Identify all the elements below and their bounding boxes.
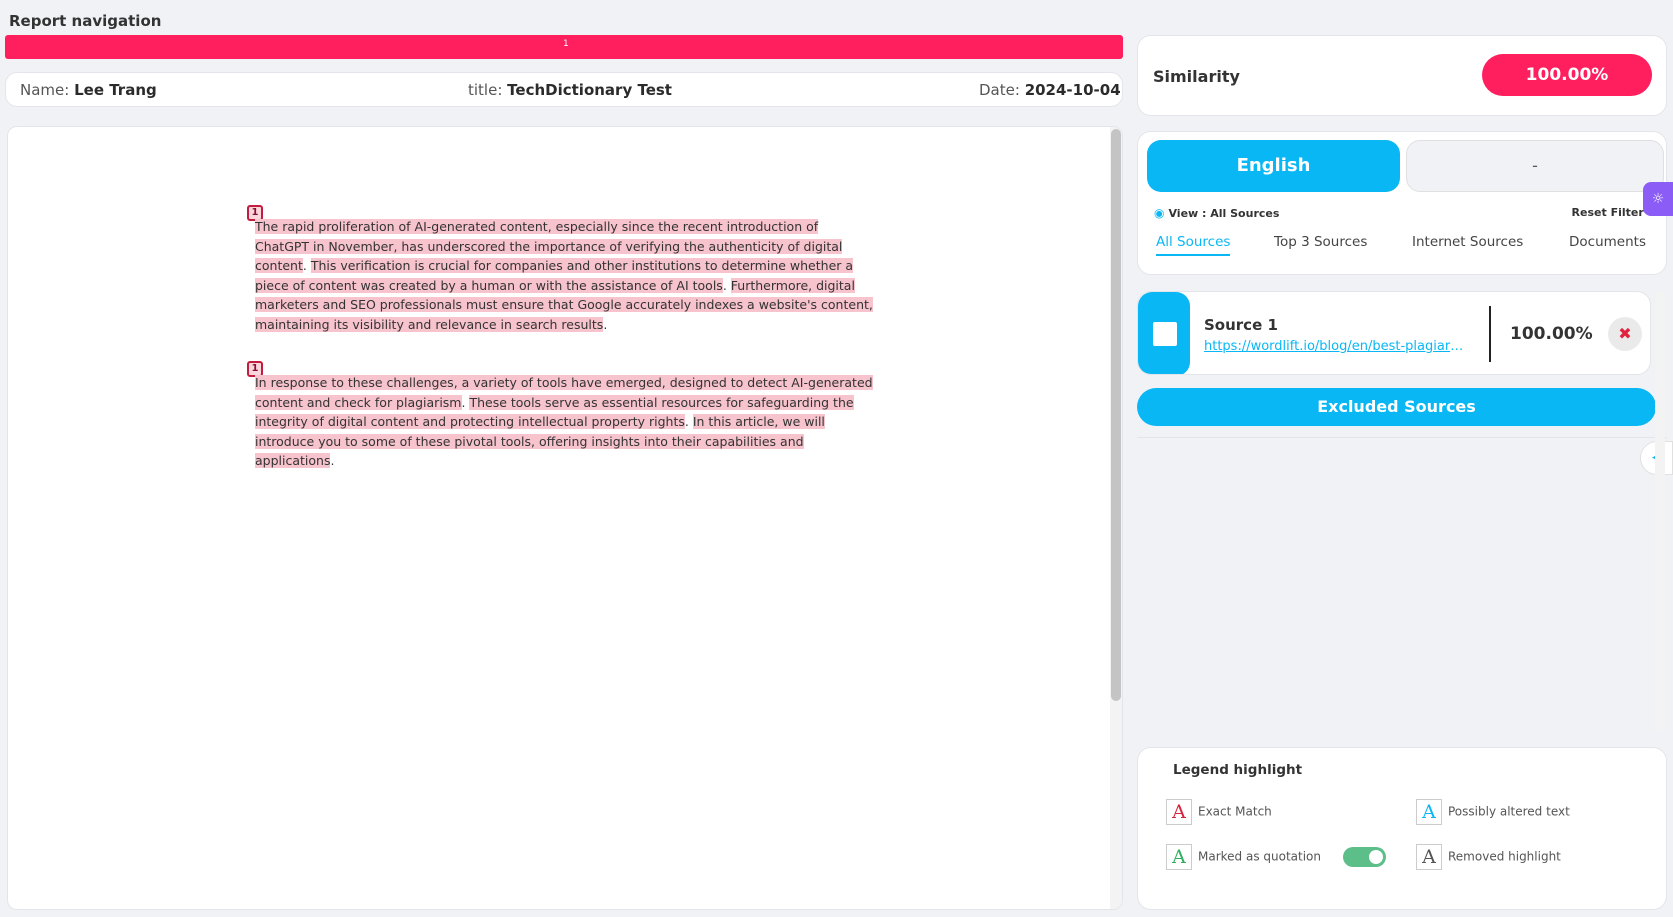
document-viewer: 1 The rapid proliferation of AI-generate… bbox=[7, 126, 1123, 910]
similarity-label: Similarity bbox=[1153, 67, 1240, 86]
view-filter[interactable]: ◉ View : All Sources bbox=[1154, 206, 1279, 220]
view-filter-label: View : All Sources bbox=[1168, 207, 1280, 220]
name-field: Name: Lee Trang bbox=[20, 81, 157, 99]
date-field: Date: 2024-10-04 bbox=[979, 81, 1121, 99]
document-scrollbar[interactable] bbox=[1110, 127, 1122, 909]
legend-removed-highlight: A Removed highlight bbox=[1416, 844, 1561, 870]
exclude-source-icon[interactable]: ✖ bbox=[1608, 317, 1642, 351]
fingerprint-icon[interactable]: ☼ bbox=[1643, 182, 1673, 216]
legend-title: Legend highlight bbox=[1173, 762, 1303, 778]
source-percent: 100.00% bbox=[1510, 324, 1593, 344]
legend-possibly-altered: A Possibly altered text bbox=[1416, 799, 1570, 825]
language-english-button[interactable]: English bbox=[1147, 140, 1400, 192]
quotation-toggle[interactable] bbox=[1343, 847, 1387, 867]
tab-top-3-sources[interactable]: Top 3 Sources bbox=[1274, 234, 1367, 250]
tab-all-sources[interactable]: All Sources bbox=[1156, 234, 1231, 256]
title-label: title: bbox=[468, 81, 503, 99]
report-info-bar: Name: Lee Trang title: TechDictionary Te… bbox=[5, 72, 1123, 107]
eye-icon: ◉ bbox=[1154, 206, 1165, 220]
report-navigation-bar[interactable]: 1 bbox=[5, 35, 1123, 59]
legend-label: Possibly altered text bbox=[1448, 804, 1570, 819]
excluded-sources-button[interactable]: Excluded Sources bbox=[1137, 388, 1656, 426]
panel-divider bbox=[1137, 437, 1667, 438]
tab-internet-sources[interactable]: Internet Sources bbox=[1412, 234, 1523, 250]
plain-segment: . bbox=[603, 316, 608, 332]
legend-label: Removed highlight bbox=[1448, 849, 1561, 864]
removed-highlight-icon: A bbox=[1416, 844, 1442, 870]
exact-match-icon: A bbox=[1166, 799, 1192, 825]
legend-panel: Legend highlight A Exact Match A Possibly … bbox=[1137, 747, 1667, 910]
plain-segment: . bbox=[684, 414, 693, 429]
paragraph-text: In response to these challenges, a varie… bbox=[255, 373, 875, 471]
source-url-link[interactable]: https://wordlift.io/blog/en/best-plagiar… bbox=[1204, 339, 1466, 354]
sources-filter-card: English - ◉ View : All Sources Reset Filt… bbox=[1137, 131, 1667, 275]
paragraph-text: The rapid proliferation of AI-generated … bbox=[255, 217, 875, 334]
source-item[interactable]: Source 1 https://wordlift.io/blog/en/bes… bbox=[1137, 291, 1651, 375]
tab-documents[interactable]: Documents bbox=[1569, 234, 1646, 250]
title-value: TechDictionary Test bbox=[507, 81, 672, 99]
checkbox-icon[interactable] bbox=[1153, 322, 1177, 346]
plain-segment: . bbox=[722, 277, 731, 293]
name-label: Name: bbox=[20, 81, 70, 99]
source-color-swatch[interactable] bbox=[1138, 292, 1190, 374]
language-secondary-button[interactable]: - bbox=[1406, 140, 1664, 192]
quotation-icon: A bbox=[1166, 844, 1192, 870]
legend-marked-quotation: A Marked as quotation bbox=[1166, 844, 1387, 870]
date-label: Date: bbox=[979, 81, 1020, 99]
legend-label: Exact Match bbox=[1198, 804, 1272, 819]
document-scroll-thumb[interactable] bbox=[1111, 129, 1121, 701]
date-value: 2024-10-04 bbox=[1024, 81, 1121, 99]
similarity-score: 100.00% bbox=[1482, 54, 1652, 96]
title-field: title: TechDictionary Test bbox=[468, 81, 672, 99]
legend-label: Marked as quotation bbox=[1198, 849, 1322, 864]
name-value: Lee Trang bbox=[74, 81, 157, 99]
source-name: Source 1 bbox=[1204, 316, 1278, 334]
sources-scrollbar[interactable] bbox=[1655, 291, 1665, 731]
reset-filter-label: Reset Filter bbox=[1571, 206, 1644, 219]
plain-segment: . bbox=[330, 453, 335, 468]
nav-segment-label[interactable]: 1 bbox=[563, 39, 569, 49]
report-navigation-title: Report navigation bbox=[9, 12, 162, 30]
similarity-card: Similarity 100.00% bbox=[1137, 35, 1667, 116]
source-divider bbox=[1489, 306, 1491, 362]
plain-segment: . bbox=[302, 258, 311, 273]
legend-exact-match: A Exact Match bbox=[1166, 799, 1272, 825]
possibly-altered-icon: A bbox=[1416, 799, 1442, 825]
